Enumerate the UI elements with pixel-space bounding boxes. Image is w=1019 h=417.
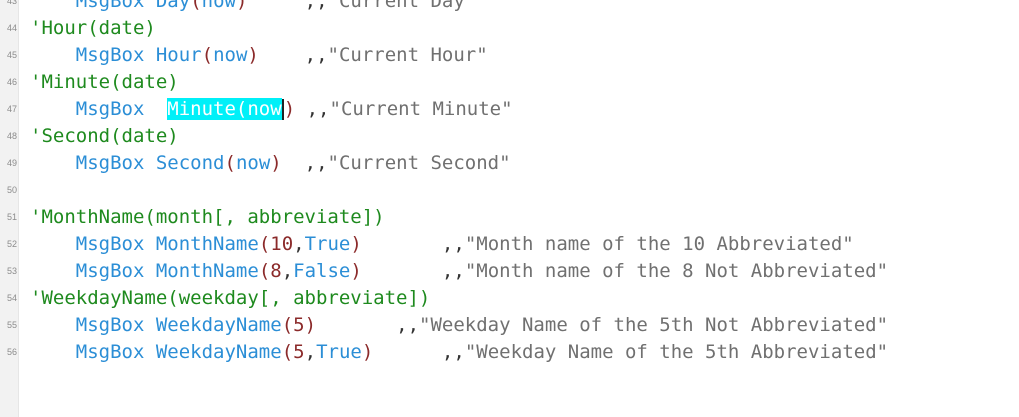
code-line[interactable]: 50	[0, 177, 1019, 204]
code-line[interactable]: 43 MsgBox Day(now) ,,"Current Day"	[0, 0, 1019, 15]
code-text[interactable]: MsgBox Day(now) ,,"Current Day"	[30, 0, 476, 15]
line-number: 43	[6, 0, 17, 6]
code-line[interactable]: 54 'WeekdayName(weekday[, abbreviate])	[0, 285, 1019, 312]
line-number: 55	[6, 320, 17, 330]
code-text[interactable]: 'Minute(date)	[30, 69, 179, 96]
line-number: 49	[6, 158, 17, 168]
code-text[interactable]: 'Second(date)	[30, 123, 179, 150]
line-number: 53	[6, 266, 17, 276]
line-number: 46	[6, 77, 17, 87]
code-line[interactable]: 45 MsgBox Hour(now) ,,"Current Hour"	[0, 42, 1019, 69]
code-text[interactable]: MsgBox Minute(now) ,,"Current Minute"	[30, 96, 513, 123]
code-text[interactable]: MsgBox WeekdayName(5) ,,"Weekday Name of…	[30, 312, 888, 339]
code-line[interactable]: 48 'Second(date)	[0, 123, 1019, 150]
code-text[interactable]: MsgBox WeekdayName(5,True) ,,"Weekday Na…	[30, 339, 888, 366]
text-selection[interactable]: Minute(now	[167, 98, 282, 120]
code-line[interactable]: 44 'Hour(date)	[0, 15, 1019, 42]
line-number: 45	[6, 50, 17, 60]
code-line[interactable]: 52 MsgBox MonthName(10,True) ,,"Month na…	[0, 231, 1019, 258]
code-text[interactable]: 'Hour(date)	[30, 15, 156, 42]
code-text[interactable]: 'WeekdayName(weekday[, abbreviate])	[30, 285, 430, 312]
line-number: 51	[6, 212, 17, 222]
line-number: 56	[6, 347, 17, 357]
code-text[interactable]: MsgBox MonthName(8,False) ,,"Month name …	[30, 258, 888, 285]
line-number: 44	[6, 23, 17, 33]
code-line[interactable]: 47 MsgBox Minute(now) ,,"Current Minute"	[0, 96, 1019, 123]
line-number: 50	[6, 185, 17, 195]
code-text[interactable]: MsgBox Hour(now) ,,"Current Hour"	[30, 42, 488, 69]
code-line[interactable]: 49 MsgBox Second(now) ,,"Current Second"	[0, 150, 1019, 177]
line-number: 54	[6, 293, 17, 303]
code-lines[interactable]: 43 MsgBox Day(now) ,,"Current Day" 44 'Ho…	[0, 0, 1019, 366]
code-line[interactable]: 46 'Minute(date)	[0, 69, 1019, 96]
code-line[interactable]: 51 'MonthName(month[, abbreviate])	[0, 204, 1019, 231]
code-text[interactable]: 'MonthName(month[, abbreviate])	[30, 204, 385, 231]
code-line[interactable]: 56 MsgBox WeekdayName(5,True) ,,"Weekday…	[0, 339, 1019, 366]
line-number: 52	[6, 239, 17, 249]
code-line[interactable]: 53 MsgBox MonthName(8,False) ,,"Month na…	[0, 258, 1019, 285]
code-text[interactable]: MsgBox MonthName(10,True) ,,"Month name …	[30, 231, 854, 258]
code-editor[interactable]: 43 MsgBox Day(now) ,,"Current Day" 44 'Ho…	[0, 0, 1019, 417]
code-line[interactable]: 55 MsgBox WeekdayName(5) ,,"Weekday Name…	[0, 312, 1019, 339]
line-number: 47	[6, 104, 17, 114]
code-text[interactable]: MsgBox Second(now) ,,"Current Second"	[30, 150, 511, 177]
line-number: 48	[6, 131, 17, 141]
